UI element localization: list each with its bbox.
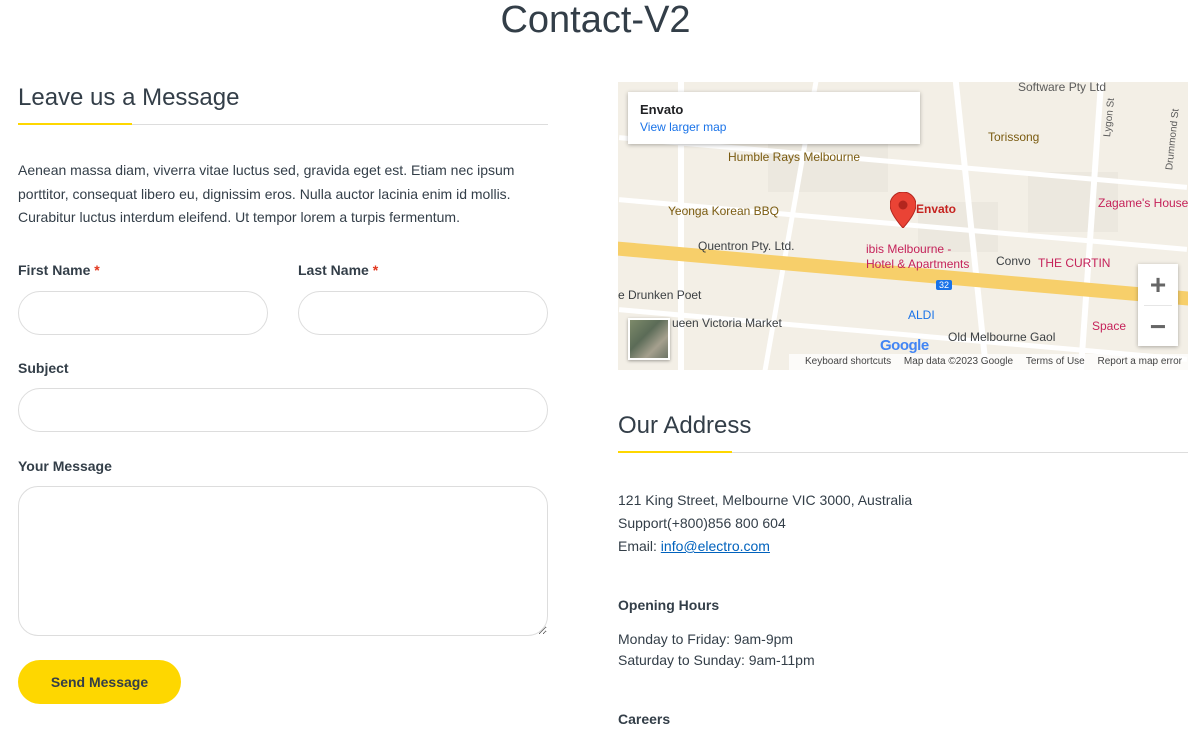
map-label: Yeonga Korean BBQ bbox=[668, 204, 779, 218]
zoom-in-button[interactable]: + bbox=[1138, 264, 1178, 305]
form-heading: Leave us a Message bbox=[18, 84, 240, 111]
form-heading-rule bbox=[18, 123, 548, 125]
map-route-badge: 32 bbox=[936, 280, 953, 290]
google-logo: Google bbox=[880, 337, 929, 354]
keyboard-shortcuts-link[interactable]: Keyboard shortcuts bbox=[805, 356, 891, 367]
map-label: Software Pty Ltd bbox=[1018, 82, 1107, 94]
map-label: Humble Rays Melbourne bbox=[728, 150, 861, 164]
terms-link[interactable]: Terms of Use bbox=[1026, 356, 1085, 367]
contact-form-section: Leave us a Message Aenean massa diam, vi… bbox=[18, 84, 548, 704]
map-label: Lygon St bbox=[1102, 97, 1118, 138]
map-label: Drummond St bbox=[1164, 108, 1182, 171]
map-label: Torissong bbox=[988, 130, 1040, 144]
map-attribution: Keyboard shortcuts Map data ©2023 Google… bbox=[788, 354, 1188, 370]
map-info-card: Envato View larger map bbox=[628, 92, 920, 144]
map-label: ALDI bbox=[908, 308, 935, 322]
required-mark: * bbox=[372, 262, 379, 278]
address-heading-accent bbox=[618, 451, 732, 453]
first-name-label: First Name * bbox=[18, 262, 268, 278]
map-label: ueen Victoria Market bbox=[672, 316, 782, 330]
message-textarea[interactable] bbox=[18, 486, 548, 636]
map-label: ibis Melbourne - bbox=[866, 242, 952, 256]
last-name-label: Last Name * bbox=[298, 262, 548, 278]
subject-group: Subject bbox=[18, 360, 548, 432]
required-mark: * bbox=[94, 262, 100, 278]
subject-label: Subject bbox=[18, 360, 69, 376]
last-name-group: Last Name * bbox=[298, 262, 548, 335]
opening-hours-heading: Opening Hours bbox=[618, 597, 720, 613]
map-label: Space bbox=[1092, 319, 1127, 333]
subject-input[interactable] bbox=[18, 388, 548, 432]
page-title: Contact-V2 bbox=[500, 0, 691, 41]
google-map[interactable]: Software Pty Ltd Lygon St Drummond St To… bbox=[618, 82, 1188, 370]
careers-heading: Careers bbox=[618, 711, 671, 727]
map-label: Hotel & Apartments bbox=[866, 257, 970, 271]
map-label: Envato bbox=[916, 202, 957, 216]
map-label: Quentron Pty. Ltd. bbox=[698, 239, 795, 253]
address-heading-rule bbox=[618, 451, 1188, 453]
form-intro-text: Aenean massa diam, viverra vitae luctus … bbox=[18, 162, 515, 225]
zoom-out-button[interactable]: − bbox=[1138, 306, 1178, 347]
hours-weekday: Monday to Friday: 9am-9pm bbox=[618, 631, 794, 647]
email-label: Email: bbox=[618, 538, 661, 554]
map-label: e Drunken Poet bbox=[618, 288, 702, 302]
satellite-toggle[interactable] bbox=[628, 318, 670, 360]
last-name-label-text: Last Name bbox=[298, 262, 369, 278]
first-name-group: First Name * bbox=[18, 262, 268, 335]
map-label: Convo bbox=[996, 254, 1031, 268]
send-message-button[interactable]: Send Message bbox=[18, 660, 181, 704]
map-zoom-controls: + − bbox=[1138, 264, 1178, 346]
address-details: 121 King Street, Melbourne VIC 3000, Aus… bbox=[618, 489, 1188, 558]
address-line: 121 King Street, Melbourne VIC 3000, Aus… bbox=[618, 492, 913, 508]
email-line: Email: info@electro.com bbox=[618, 535, 1188, 558]
view-larger-map-link[interactable]: View larger map bbox=[640, 120, 908, 134]
map-place-name: Envato bbox=[640, 102, 684, 117]
opening-hours: Monday to Friday: 9am-9pm Saturday to Su… bbox=[618, 629, 1188, 671]
support-phone: Support(+800)856 800 604 bbox=[618, 515, 786, 531]
report-error-link[interactable]: Report a map error bbox=[1098, 356, 1182, 367]
address-heading: Our Address bbox=[618, 412, 752, 439]
hours-weekend: Saturday to Sunday: 9am-11pm bbox=[618, 652, 815, 668]
map-data-text: Map data ©2023 Google bbox=[903, 356, 1014, 367]
first-name-input[interactable] bbox=[18, 291, 268, 335]
message-group: Your Message bbox=[18, 458, 548, 636]
last-name-input[interactable] bbox=[298, 291, 548, 335]
map-label: THE CURTIN bbox=[1038, 256, 1111, 270]
form-heading-accent bbox=[18, 123, 132, 125]
map-label: Old Melbourne Gaol bbox=[948, 330, 1056, 344]
first-name-label-text: First Name bbox=[18, 262, 91, 278]
address-section: Software Pty Ltd Lygon St Drummond St To… bbox=[618, 82, 1188, 727]
message-label: Your Message bbox=[18, 458, 112, 474]
map-label: Zagame's House bbox=[1098, 196, 1188, 210]
map-marker-icon[interactable] bbox=[890, 192, 916, 228]
email-link[interactable]: info@electro.com bbox=[661, 538, 770, 554]
